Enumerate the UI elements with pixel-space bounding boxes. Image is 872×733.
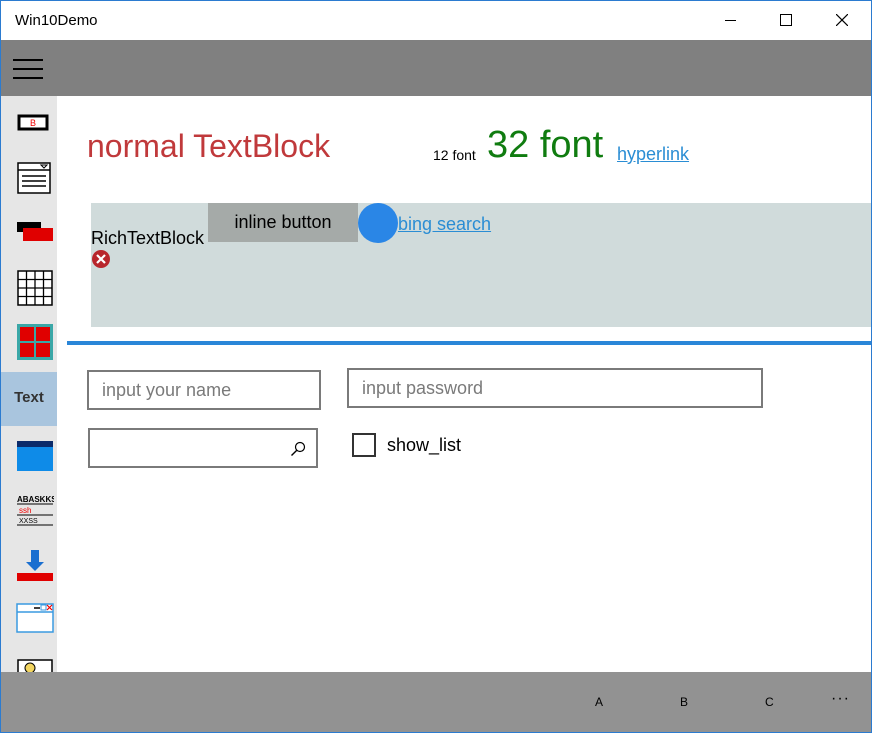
close-button[interactable] xyxy=(814,1,870,40)
nav-item-image[interactable] xyxy=(1,644,57,672)
blue-circle-shape xyxy=(358,203,398,243)
search-icon[interactable] xyxy=(290,441,306,457)
command-b-button[interactable]: B xyxy=(680,695,688,709)
app-window: Win10Demo B Text ABASKKS ssh XXSS normal… xyxy=(0,0,872,733)
close-icon xyxy=(836,14,848,26)
hamburger-line xyxy=(13,68,43,70)
nav-item-combobox[interactable] xyxy=(1,150,57,204)
window-title: Win10Demo xyxy=(15,12,98,29)
text-icon: Text xyxy=(14,389,44,406)
grid-icon xyxy=(17,270,53,306)
password-input-placeholder: input password xyxy=(362,378,484,398)
small-font-text: 12 font xyxy=(433,147,476,163)
nav-item-window[interactable] xyxy=(1,428,57,482)
rich-textblock-label: RichTextBlock xyxy=(91,228,205,248)
name-input[interactable]: input your name xyxy=(87,370,321,410)
nav-item-button[interactable]: B xyxy=(1,96,57,150)
nav-item-grid[interactable] xyxy=(1,258,57,312)
error-icon xyxy=(92,250,110,268)
svg-text:XXSS: XXSS xyxy=(19,518,38,525)
rich-textblock: RichTextBlock inline button bing search xyxy=(91,203,871,327)
text-lines-icon: ABASKKS ssh XXSS xyxy=(17,495,54,526)
nav-pane: B Text ABASKKS ssh XXSS xyxy=(1,96,57,672)
hamburger-line xyxy=(13,77,43,79)
bing-search-link[interactable]: bing search xyxy=(398,214,491,235)
dialog-icon xyxy=(16,603,54,633)
hamburger-line xyxy=(13,59,43,61)
layers-icon xyxy=(17,222,53,241)
nav-item-text[interactable]: Text xyxy=(1,372,57,426)
pane-header xyxy=(1,40,871,96)
content-area: normal TextBlock 12 font 32 font hyperli… xyxy=(57,96,871,672)
dropdown-list-icon xyxy=(17,162,51,194)
normal-textblock: normal TextBlock xyxy=(87,128,331,164)
svg-text:ssh: ssh xyxy=(19,506,31,515)
nav-item-tiles[interactable] xyxy=(1,312,57,366)
password-input[interactable]: input password xyxy=(347,368,763,408)
show-list-label[interactable]: show_list xyxy=(387,435,461,456)
window-icon xyxy=(17,441,53,471)
name-input-placeholder: input your name xyxy=(102,380,232,400)
button-icon: B xyxy=(17,114,49,131)
image-icon xyxy=(17,659,53,672)
svg-text:B: B xyxy=(30,118,36,128)
minimize-button[interactable] xyxy=(703,1,759,40)
hyperlink[interactable]: hyperlink xyxy=(617,144,689,165)
show-list-checkbox[interactable] xyxy=(352,433,376,457)
minimize-icon xyxy=(725,20,736,21)
command-bar: A B C ··· xyxy=(1,672,871,732)
nav-item-download[interactable] xyxy=(1,536,57,590)
more-options-button[interactable]: ··· xyxy=(831,690,850,708)
nav-item-dialog[interactable] xyxy=(1,590,57,644)
title-bar: Win10Demo xyxy=(1,1,871,40)
large-font-text: 32 font xyxy=(487,124,604,166)
svg-text:ABASKKS: ABASKKS xyxy=(17,495,54,504)
separator-line xyxy=(67,341,871,345)
maximize-button[interactable] xyxy=(758,1,814,40)
nav-item-textlines[interactable]: ABASKKS ssh XXSS xyxy=(1,482,57,536)
nav-item-layers[interactable] xyxy=(1,204,57,258)
search-box[interactable] xyxy=(88,428,318,468)
hamburger-menu-button[interactable] xyxy=(13,58,45,80)
command-c-button[interactable]: C xyxy=(765,695,774,709)
command-a-button[interactable]: A xyxy=(595,695,603,709)
tiles-icon xyxy=(17,324,53,360)
maximize-icon xyxy=(780,14,792,26)
download-icon xyxy=(17,550,53,581)
inline-button[interactable]: inline button xyxy=(208,203,358,242)
